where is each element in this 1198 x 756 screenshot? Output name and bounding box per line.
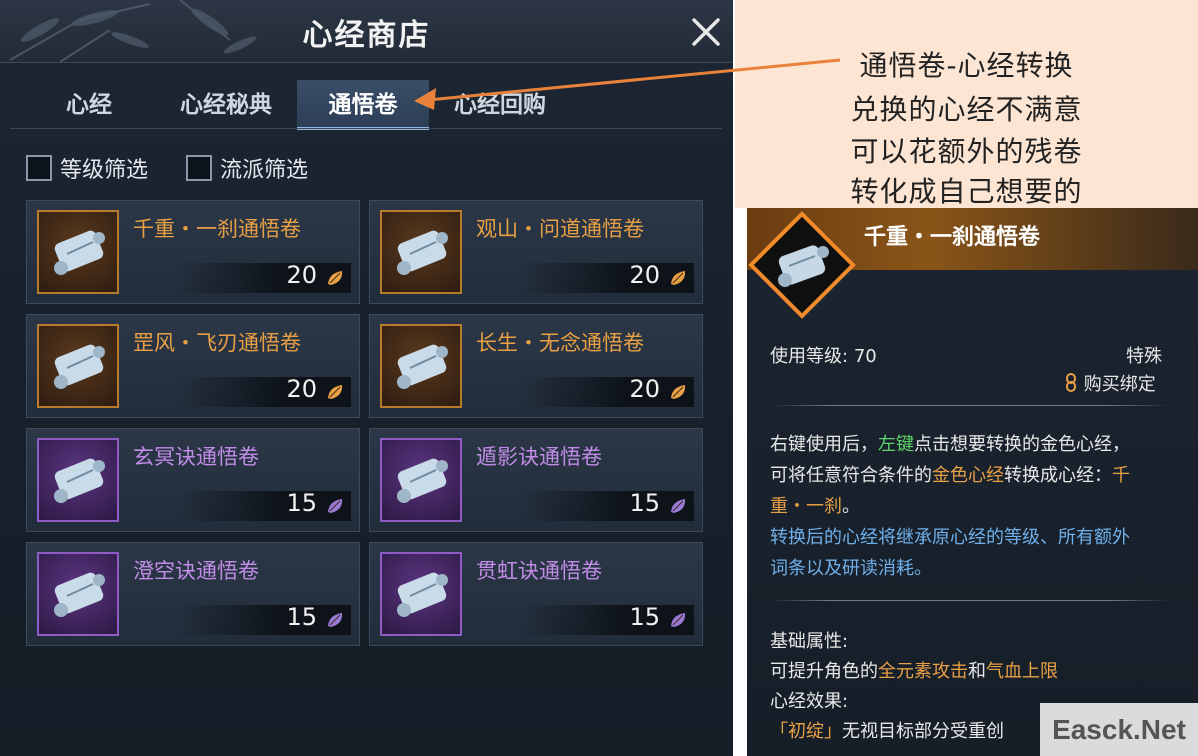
- item-price: 20: [286, 261, 317, 289]
- gold-leaf-icon: [328, 385, 343, 399]
- item-name: 遁影诀通悟卷: [476, 445, 602, 469]
- desc-highlight: 千: [1112, 465, 1130, 486]
- scroll-item-icon: [380, 324, 462, 408]
- item-name: 罡风・飞刃通悟卷: [133, 331, 301, 355]
- scroll-item-icon: [380, 210, 462, 294]
- tooltip-title: 千重・一刹通悟卷: [864, 224, 1041, 250]
- item-price: 15: [286, 489, 317, 517]
- shop-item-card[interactable]: 澄空诀通悟卷 15: [26, 542, 360, 646]
- effect-text: 无视目标部分受重创: [842, 721, 1004, 742]
- item-price: 15: [629, 489, 660, 517]
- effect-line: 「初绽」无视目标部分受重创: [770, 717, 1004, 743]
- school-filter[interactable]: 流派筛选: [186, 152, 308, 184]
- item-price: 20: [286, 375, 317, 403]
- base-attr-line: 可提升角色的全元素攻击和气血上限: [770, 657, 1058, 683]
- desc-text: 可将任意符合条件的: [770, 465, 932, 486]
- item-price: 20: [629, 375, 660, 403]
- watermark: Easck.Net: [1040, 703, 1198, 756]
- chain-icon: [1066, 373, 1076, 392]
- scroll-item-icon: [37, 324, 119, 408]
- scroll-item-icon: [37, 438, 119, 522]
- divider: [770, 600, 1170, 601]
- desc-line-3: 重・一刹。: [770, 492, 860, 518]
- effect-highlight: 「初绽」: [770, 721, 842, 742]
- desc-highlight: 金色心经: [932, 465, 1004, 486]
- shop-title: 心经商店: [302, 18, 431, 53]
- purple-leaf-icon: [328, 613, 343, 627]
- scroll-item-icon: [748, 211, 856, 319]
- shop-item-card[interactable]: 遁影诀通悟卷 15: [369, 428, 703, 532]
- desc-text: 。: [842, 496, 860, 517]
- tab-xinjing[interactable]: 心经: [24, 80, 154, 130]
- item-name: 长生・无念通悟卷: [476, 331, 644, 355]
- school-filter-checkbox[interactable]: [186, 155, 212, 181]
- gold-leaf-icon: [671, 271, 686, 285]
- base-highlight: 全元素攻击: [878, 661, 968, 682]
- scroll-item-icon: [380, 552, 462, 636]
- use-level-label: 使用等级:: [770, 346, 849, 367]
- item-name: 千重・一刹通悟卷: [133, 217, 301, 241]
- item-price: 15: [629, 603, 660, 631]
- base-highlight: 气血上限: [986, 661, 1058, 682]
- gold-leaf-icon: [671, 385, 686, 399]
- callout-line: 可以花额外的残卷: [850, 135, 1083, 168]
- desc-line-2: 可将任意符合条件的金色心经转换成心经：千: [770, 461, 1130, 487]
- desc-highlight: 左键: [878, 434, 914, 455]
- level-filter-label: 等级筛选: [60, 158, 149, 183]
- use-level-value: 70: [853, 346, 877, 367]
- desc-note-1: 转换后的心经将继承原心经的等级、所有额外: [770, 527, 1130, 548]
- item-type: 特殊: [1126, 346, 1162, 367]
- tab-xinjing-midian[interactable]: 心经秘典: [160, 80, 292, 130]
- shop-item-card[interactable]: 贯虹诀通悟卷 15: [369, 542, 703, 646]
- scroll-item-icon: [380, 438, 462, 522]
- item-name: 贯虹诀通悟卷: [476, 559, 602, 583]
- purple-leaf-icon: [671, 499, 686, 513]
- shop-item-card[interactable]: 长生・无念通悟卷 20: [369, 314, 703, 418]
- effect-label: 心经效果:: [770, 691, 849, 712]
- purple-leaf-icon: [328, 499, 343, 513]
- desc-line-1: 右键使用后，左键点击想要转换的金色心经，: [770, 430, 1130, 456]
- purple-leaf-icon: [671, 613, 686, 627]
- divider: [770, 405, 1170, 406]
- desc-text: 转换成心经：: [1004, 465, 1112, 486]
- shop-item-card[interactable]: 罡风・飞刃通悟卷 20: [26, 314, 360, 418]
- level-filter-checkbox[interactable]: [26, 155, 52, 181]
- item-name: 澄空诀通悟卷: [133, 559, 259, 583]
- school-filter-label: 流派筛选: [220, 158, 309, 183]
- scroll-item-icon: [37, 552, 119, 636]
- base-text: 和: [968, 661, 986, 682]
- item-name: 玄冥诀通悟卷: [133, 445, 259, 469]
- bind-status: 购买绑定: [1064, 370, 1156, 396]
- shop-item-card[interactable]: 玄冥诀通悟卷 15: [26, 428, 360, 532]
- base-text: 可提升角色的: [770, 661, 878, 682]
- scroll-item-icon: [37, 210, 119, 294]
- desc-highlight: 重・一刹: [770, 496, 842, 517]
- callout-arrow-icon: [414, 58, 841, 110]
- shop-item-card[interactable]: 千重・一刹通悟卷 20: [26, 200, 360, 304]
- callout-line: 转化成自己想要的: [850, 175, 1083, 208]
- base-attr-label: 基础属性:: [770, 631, 849, 652]
- desc-note-2: 词条以及研读消耗。: [770, 558, 932, 579]
- item-price: 15: [286, 603, 317, 631]
- desc-text: 点击想要转换的金色心经，: [914, 434, 1130, 455]
- level-filter[interactable]: 等级筛选: [26, 152, 148, 184]
- item-price: 20: [629, 261, 660, 289]
- item-name: 观山・问道通悟卷: [476, 217, 644, 241]
- use-level: 使用等级: 70: [770, 342, 877, 368]
- desc-text: 右键使用后，: [770, 434, 878, 455]
- bind-status-label: 购买绑定: [1083, 374, 1156, 395]
- shop-item-card[interactable]: 观山・问道通悟卷 20: [369, 200, 703, 304]
- gold-leaf-icon: [328, 271, 343, 285]
- close-icon[interactable]: [688, 14, 724, 50]
